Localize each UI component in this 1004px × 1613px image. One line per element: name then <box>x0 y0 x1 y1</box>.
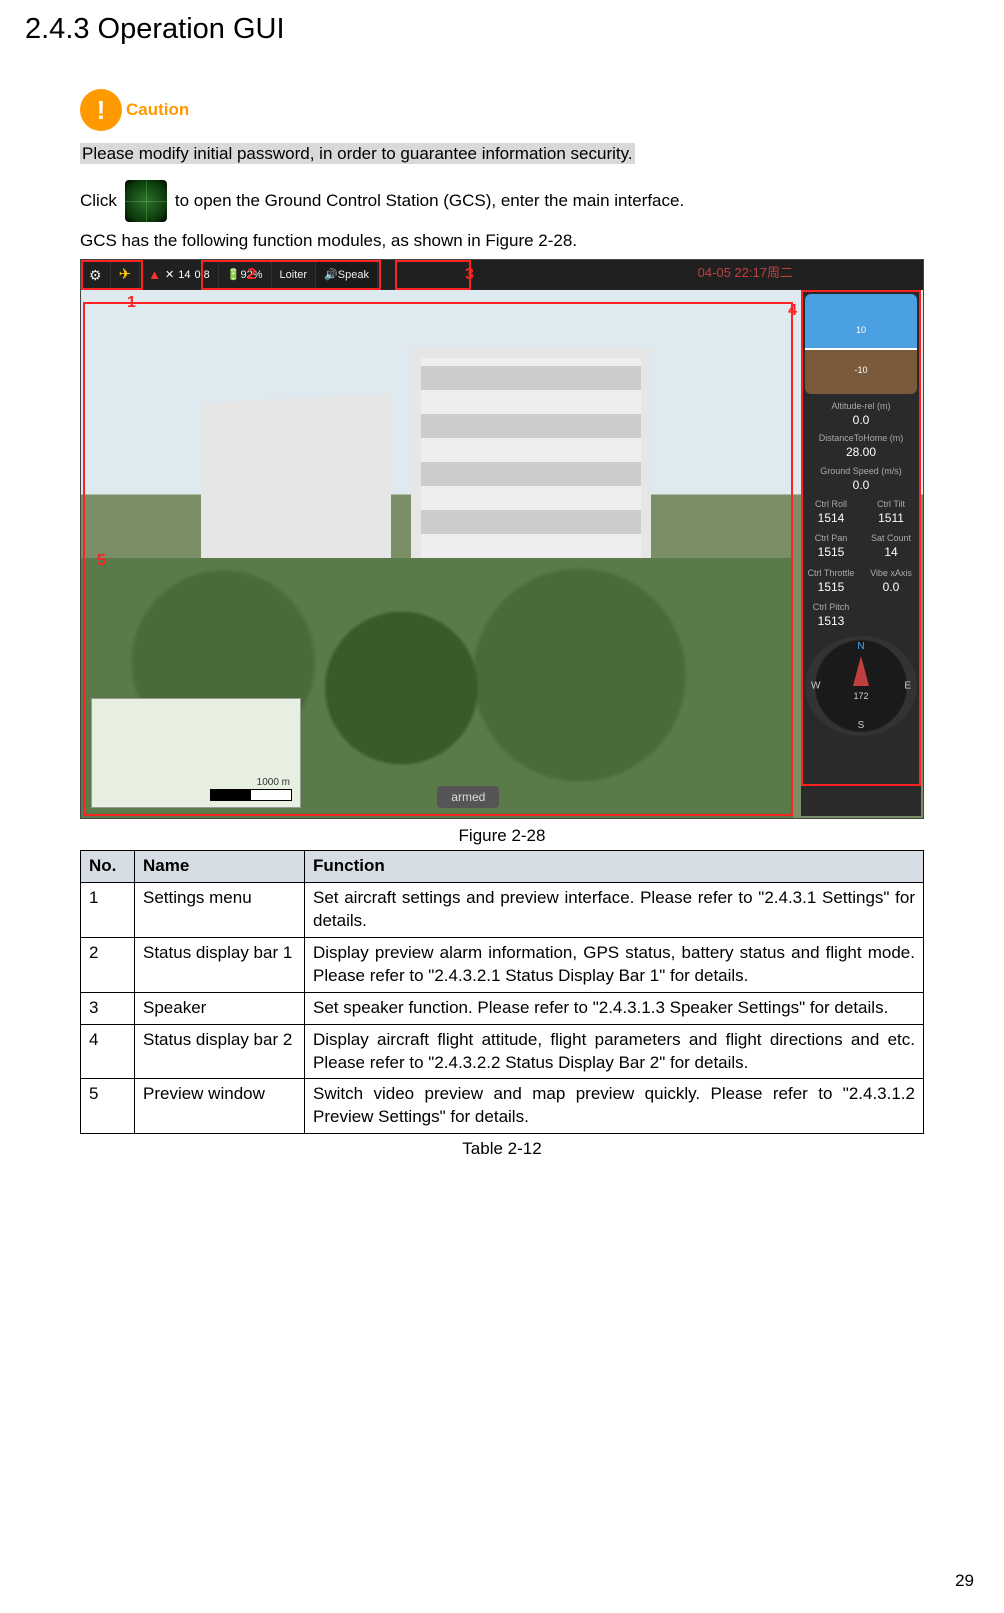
cell-name: Status display bar 1 <box>135 937 305 992</box>
gcs-line: GCS has the following function modules, … <box>80 230 979 253</box>
table-row: 5 Preview window Switch video preview an… <box>81 1079 924 1134</box>
callout-box-3 <box>395 260 471 290</box>
cell-function: Display preview alarm information, GPS s… <box>305 937 924 992</box>
callout-box-1 <box>81 260 143 290</box>
th-name: Name <box>135 850 305 882</box>
cell-name: Preview window <box>135 1079 305 1134</box>
th-no: No. <box>81 850 135 882</box>
callout-label-2: 2 <box>247 264 256 286</box>
figure-2-28: ⚙ ✈ ▲ ✕ 14 0.8 🔋 92% Loiter 🔊 Speak 04-0… <box>80 259 924 819</box>
callout-label-3: 3 <box>465 264 474 286</box>
table-row: 1 Settings menu Set aircraft settings an… <box>81 882 924 937</box>
figure-caption: Figure 2-28 <box>25 825 979 848</box>
cell-no: 2 <box>81 937 135 992</box>
click-instruction: Click to open the Ground Control Station… <box>80 180 979 222</box>
cell-name: Speaker <box>135 992 305 1024</box>
table-caption: Table 2-12 <box>25 1138 979 1161</box>
cell-name: Settings menu <box>135 882 305 937</box>
table-header-row: No. Name Function <box>81 850 924 882</box>
caution-heading: ! Caution <box>80 89 979 131</box>
callout-box-4 <box>801 290 921 786</box>
cell-function: Set aircraft settings and preview interf… <box>305 882 924 937</box>
click-pre: Click <box>80 190 117 213</box>
datetime-overlay: 04-05 22:17周二 <box>698 264 793 282</box>
table-row: 4 Status display bar 2 Display aircraft … <box>81 1024 924 1079</box>
section-heading: 2.4.3 Operation GUI <box>25 10 979 49</box>
sat-count: 14 <box>178 268 190 283</box>
cell-name: Status display bar 2 <box>135 1024 305 1079</box>
cell-no: 3 <box>81 992 135 1024</box>
caution-icon: ! <box>80 89 122 131</box>
table-row: 3 Speaker Set speaker function. Please r… <box>81 992 924 1024</box>
table-row: 2 Status display bar 1 Display preview a… <box>81 937 924 992</box>
cell-no: 1 <box>81 882 135 937</box>
cell-no: 4 <box>81 1024 135 1079</box>
page-number: 29 <box>955 1570 974 1593</box>
callout-label-5: 5 <box>97 550 106 572</box>
caution-body: Please modify initial password, in order… <box>80 143 635 164</box>
th-function: Function <box>305 850 924 882</box>
cell-function: Display aircraft flight attitude, flight… <box>305 1024 924 1079</box>
app-icon <box>125 180 167 222</box>
cell-function: Switch video preview and map preview qui… <box>305 1079 924 1134</box>
alert-icon: ▲ <box>148 266 161 284</box>
caution-text: Please modify initial password, in order… <box>80 143 979 166</box>
cell-no: 5 <box>81 1079 135 1134</box>
function-table: No. Name Function 1 Settings menu Set ai… <box>80 850 924 1134</box>
callout-box-5 <box>83 302 793 816</box>
satellite-icon: ✕ <box>165 268 174 283</box>
caution-label: Caution <box>126 99 189 122</box>
click-post: to open the Ground Control Station (GCS)… <box>175 190 684 213</box>
callout-box-2 <box>201 260 381 290</box>
cell-function: Set speaker function. Please refer to "2… <box>305 992 924 1024</box>
